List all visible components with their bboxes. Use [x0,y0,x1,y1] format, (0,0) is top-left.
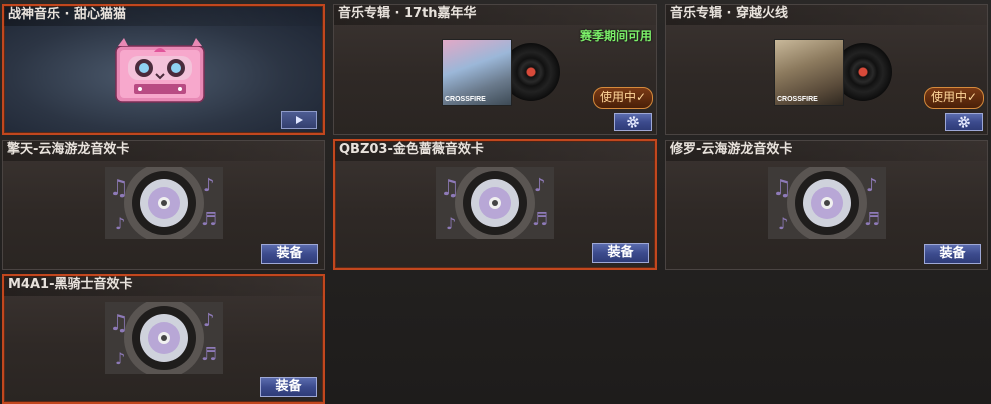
cassette-tape-icon [115,38,205,103]
music-card-sweetheart-cat[interactable]: 战神音乐 · 甜心猫猫 [2,4,325,135]
svg-text:♬: ♬ [864,209,880,230]
sound-card-qbz03[interactable]: QBZ03-金色蔷薇音效卡 ♫ ♪ ♪ ♬ 装备 [333,139,657,270]
svg-text:♫: ♫ [109,311,129,336]
svg-text:♪: ♪ [534,175,546,196]
card-title: 战神音乐 · 甜心猫猫 [4,6,323,26]
speaker-cd-icon: ♫ ♪ ♪ ♬ [436,167,554,239]
svg-text:♫: ♫ [772,176,792,201]
play-button[interactable] [281,111,317,129]
svg-text:♬: ♬ [201,344,217,365]
svg-text:♫: ♫ [109,176,129,201]
speaker-cd-icon: ♫ ♪ ♪ ♬ [767,167,886,239]
crossfire-logo: CROSSFIRE [777,96,818,103]
svg-text:♪: ♪ [203,175,215,196]
svg-text:♫: ♫ [440,176,460,201]
svg-text:♪: ♪ [446,214,456,233]
gear-icon [627,116,639,128]
svg-text:♬: ♬ [532,209,548,230]
svg-text:♬: ♬ [201,209,217,230]
in-use-badge: 使用中✓ [592,87,653,109]
sound-card-qingtian[interactable]: 擎天-云海游龙音效卡 ♫ ♪ ♪ ♬ 装备 [2,140,325,270]
play-icon [296,116,303,124]
in-use-badge: 使用中✓ [923,87,984,109]
season-only-badge: 赛季期间可用 [579,29,652,43]
speaker-cd-icon: ♫ ♪ ♪ ♬ [104,167,223,239]
album-cover: CROSSFIRE [442,39,512,106]
gear-icon [958,116,970,128]
card-title: QBZ03-金色蔷薇音效卡 [335,141,655,161]
svg-text:♪: ♪ [866,175,878,196]
card-title: 音乐专辑 · 穿越火线 [666,5,987,25]
equip-button[interactable]: 装备 [260,377,317,397]
equip-button[interactable]: 装备 [261,244,318,264]
speaker-cd-icon: ♫ ♪ ♪ ♬ [104,302,223,374]
card-title: 修罗-云海游龙音效卡 [666,141,987,161]
settings-button[interactable] [945,113,983,131]
settings-button[interactable] [614,113,652,131]
music-card-crossfire[interactable]: 音乐专辑 · 穿越火线 CROSSFIRE 使用中✓ [665,4,988,135]
sound-card-xiuluo[interactable]: 修罗-云海游龙音效卡 ♫ ♪ ♪ ♬ 装备 [665,140,988,270]
svg-text:♪: ♪ [203,310,215,331]
equip-button[interactable]: 装备 [924,244,981,264]
crossfire-logo: CROSSFIRE [445,96,486,103]
card-title: 音乐专辑 · 17th嘉年华 [334,5,656,25]
music-card-17th-carnival[interactable]: 音乐专辑 · 17th嘉年华 赛季期间可用 CROSSFIRE 使用中✓ [333,4,657,135]
card-title: M4A1-黑骑士音效卡 [4,276,323,296]
album-cover: CROSSFIRE [774,39,844,106]
card-title: 擎天-云海游龙音效卡 [3,141,324,161]
svg-text:♪: ♪ [115,349,125,368]
svg-text:♪: ♪ [778,214,788,233]
sound-card-m4a1[interactable]: M4A1-黑骑士音效卡 ♫ ♪ ♪ ♬ 装备 [2,274,325,404]
svg-text:♪: ♪ [115,214,125,233]
equip-button[interactable]: 装备 [592,243,649,263]
